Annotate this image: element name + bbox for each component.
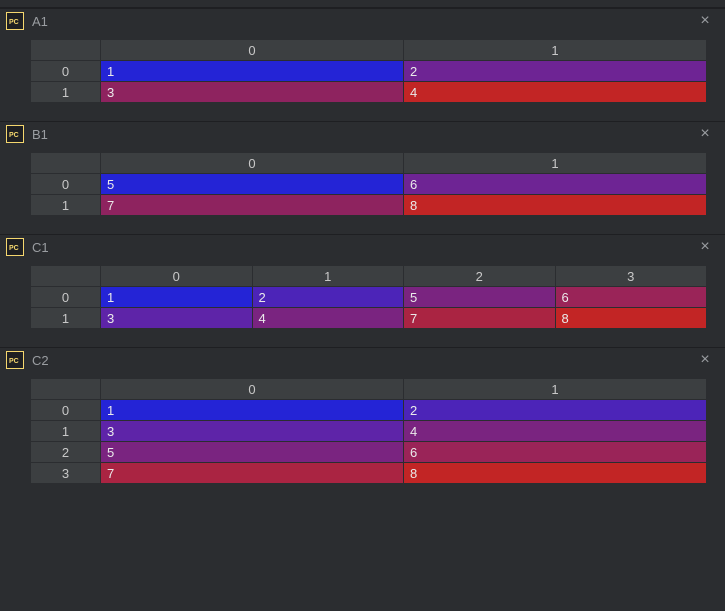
row-header[interactable]: 1 bbox=[31, 195, 101, 216]
data-cell[interactable]: 5 bbox=[101, 174, 404, 195]
table-row: 378 bbox=[31, 463, 707, 484]
col-header[interactable]: 1 bbox=[252, 266, 404, 287]
data-cell[interactable]: 1 bbox=[101, 61, 404, 82]
table-corner bbox=[31, 153, 101, 174]
data-cell[interactable]: 8 bbox=[404, 195, 707, 216]
data-cell[interactable]: 5 bbox=[404, 287, 556, 308]
table-row: 134 bbox=[31, 82, 707, 103]
row-header[interactable]: 2 bbox=[31, 442, 101, 463]
data-cell[interactable]: 6 bbox=[404, 442, 707, 463]
table-row: 13478 bbox=[31, 308, 707, 329]
panel-title: C2 bbox=[32, 353, 695, 368]
close-icon[interactable]: × bbox=[695, 237, 715, 257]
data-cell[interactable]: 7 bbox=[101, 463, 404, 484]
pycharm-icon: PC bbox=[6, 351, 24, 369]
pycharm-icon: PC bbox=[6, 238, 24, 256]
panel-title: C1 bbox=[32, 240, 695, 255]
svg-text:PC: PC bbox=[9, 19, 19, 26]
app-top-strip bbox=[0, 0, 725, 8]
data-cell[interactable]: 1 bbox=[101, 400, 404, 421]
panel-title: B1 bbox=[32, 127, 695, 142]
panel-header: PC C2× bbox=[0, 348, 725, 372]
data-cell[interactable]: 6 bbox=[404, 174, 707, 195]
close-icon[interactable]: × bbox=[695, 124, 715, 144]
data-cell[interactable]: 2 bbox=[404, 61, 707, 82]
data-cell[interactable]: 3 bbox=[101, 82, 404, 103]
data-cell[interactable]: 6 bbox=[555, 287, 707, 308]
close-icon[interactable]: × bbox=[695, 11, 715, 31]
data-cell[interactable]: 4 bbox=[404, 82, 707, 103]
table-corner bbox=[31, 40, 101, 61]
table-wrap: 01056178 bbox=[0, 146, 725, 234]
panel-header: PC A1× bbox=[0, 9, 725, 33]
svg-text:PC: PC bbox=[9, 245, 19, 252]
data-cell[interactable]: 1 bbox=[101, 287, 253, 308]
pycharm-icon: PC bbox=[6, 12, 24, 30]
data-table: 01230125613478 bbox=[30, 265, 707, 329]
row-header[interactable]: 1 bbox=[31, 308, 101, 329]
row-header[interactable]: 0 bbox=[31, 61, 101, 82]
data-cell[interactable]: 4 bbox=[252, 308, 404, 329]
data-cell[interactable]: 7 bbox=[101, 195, 404, 216]
col-header[interactable]: 1 bbox=[404, 40, 707, 61]
data-cell[interactable]: 8 bbox=[555, 308, 707, 329]
data-panel: PCB1×01056178 bbox=[0, 121, 725, 234]
table-corner bbox=[31, 266, 101, 287]
data-cell[interactable]: 3 bbox=[101, 308, 253, 329]
col-header[interactable]: 0 bbox=[101, 379, 404, 400]
data-table: 01012134 bbox=[30, 39, 707, 103]
data-table: 01012134256378 bbox=[30, 378, 707, 484]
panel-header: PC C1× bbox=[0, 235, 725, 259]
col-header[interactable]: 0 bbox=[101, 40, 404, 61]
row-header[interactable]: 3 bbox=[31, 463, 101, 484]
table-row: 134 bbox=[31, 421, 707, 442]
table-row: 056 bbox=[31, 174, 707, 195]
row-header[interactable]: 0 bbox=[31, 174, 101, 195]
row-header[interactable]: 1 bbox=[31, 82, 101, 103]
table-row: 012 bbox=[31, 61, 707, 82]
table-row: 012 bbox=[31, 400, 707, 421]
col-header[interactable]: 0 bbox=[101, 153, 404, 174]
table-corner bbox=[31, 379, 101, 400]
table-row: 256 bbox=[31, 442, 707, 463]
data-cell[interactable]: 2 bbox=[252, 287, 404, 308]
col-header[interactable]: 3 bbox=[555, 266, 707, 287]
data-cell[interactable]: 4 bbox=[404, 421, 707, 442]
row-header[interactable]: 0 bbox=[31, 400, 101, 421]
data-cell[interactable]: 3 bbox=[101, 421, 404, 442]
col-header[interactable]: 1 bbox=[404, 153, 707, 174]
col-header[interactable]: 0 bbox=[101, 266, 253, 287]
col-header[interactable]: 1 bbox=[404, 379, 707, 400]
panel-title: A1 bbox=[32, 14, 695, 29]
close-icon[interactable]: × bbox=[695, 350, 715, 370]
pycharm-icon: PC bbox=[6, 125, 24, 143]
row-header[interactable]: 0 bbox=[31, 287, 101, 308]
data-cell[interactable]: 7 bbox=[404, 308, 556, 329]
data-cell[interactable]: 5 bbox=[101, 442, 404, 463]
table-wrap: 01012134256378 bbox=[0, 372, 725, 502]
data-cell[interactable]: 2 bbox=[404, 400, 707, 421]
data-panel: PCA1×01012134 bbox=[0, 8, 725, 121]
data-table: 01056178 bbox=[30, 152, 707, 216]
svg-text:PC: PC bbox=[9, 132, 19, 139]
panel-header: PC B1× bbox=[0, 122, 725, 146]
table-wrap: 01012134 bbox=[0, 33, 725, 121]
table-row: 01256 bbox=[31, 287, 707, 308]
col-header[interactable]: 2 bbox=[404, 266, 556, 287]
table-row: 178 bbox=[31, 195, 707, 216]
row-header[interactable]: 1 bbox=[31, 421, 101, 442]
table-wrap: 01230125613478 bbox=[0, 259, 725, 347]
svg-text:PC: PC bbox=[9, 358, 19, 365]
data-panel: PCC1×01230125613478 bbox=[0, 234, 725, 347]
data-panel: PCC2×01012134256378 bbox=[0, 347, 725, 502]
data-cell[interactable]: 8 bbox=[404, 463, 707, 484]
